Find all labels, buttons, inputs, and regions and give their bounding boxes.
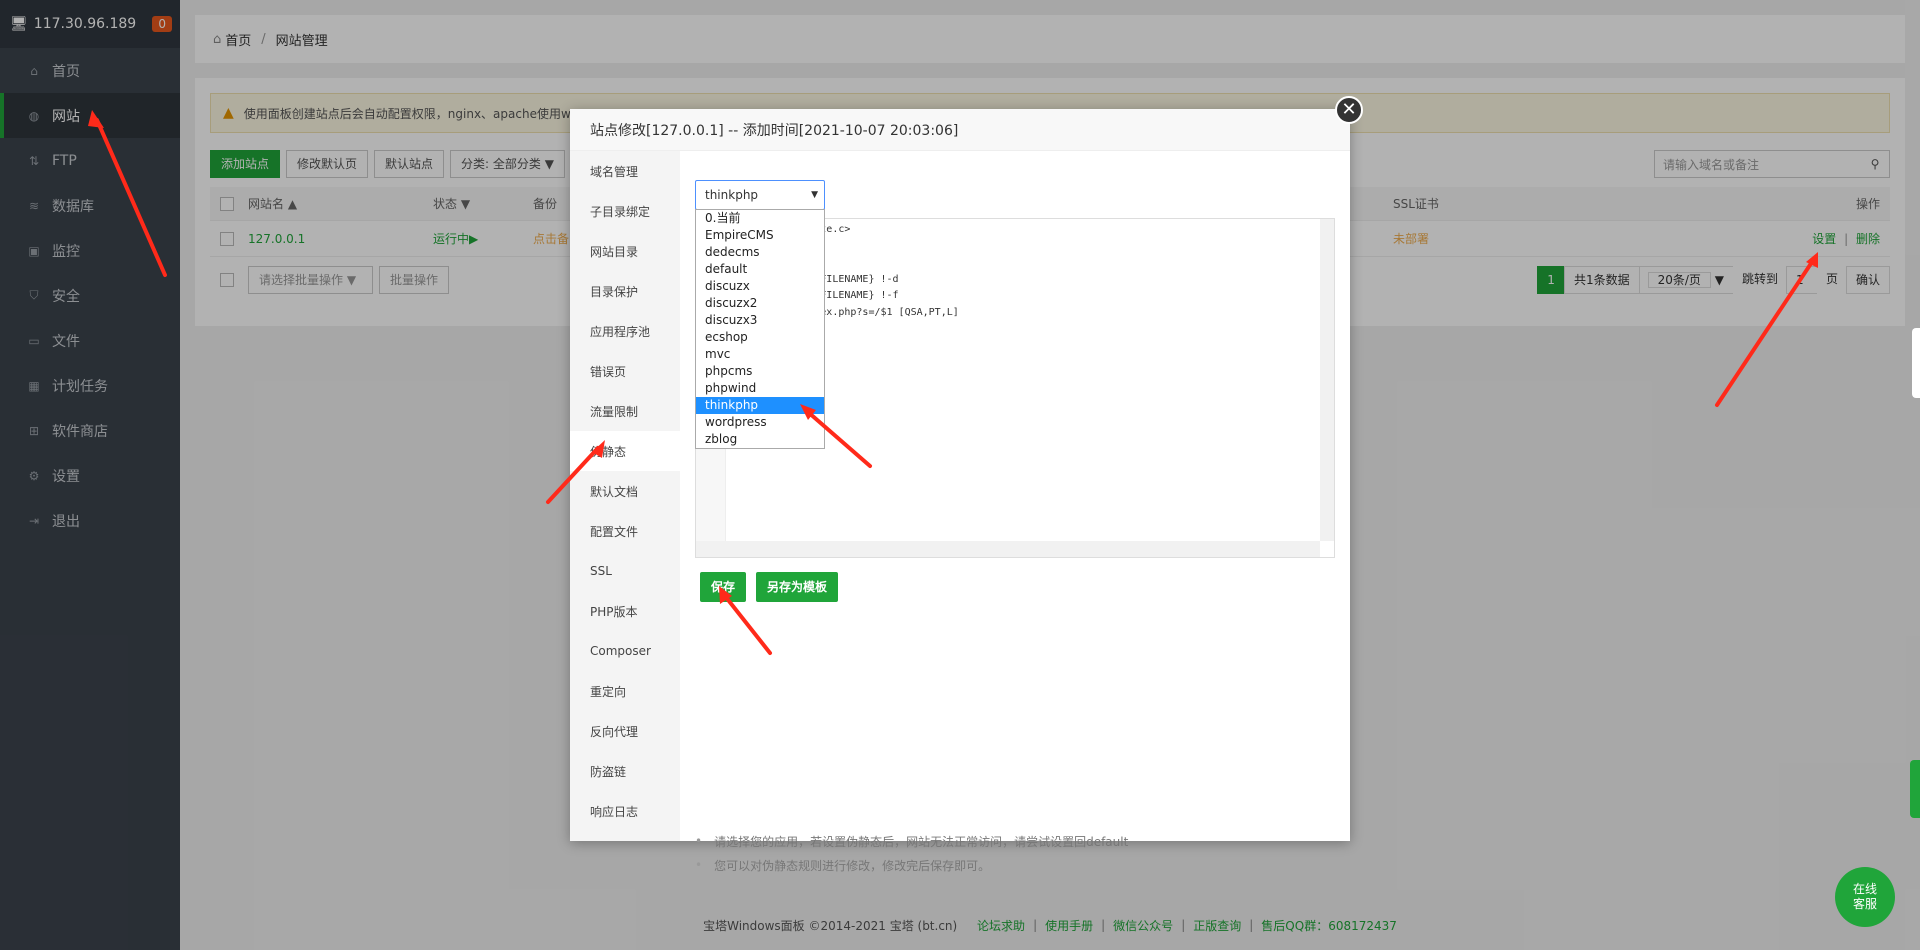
option-item[interactable]: zblog [696, 431, 824, 448]
tips-list: 请选择您的应用，若设置伪静态后，网站无法正常访问，请尝试设置回default 您… [695, 829, 1128, 877]
option-item[interactable]: mvc [696, 346, 824, 363]
chat-label: 在线 客服 [1852, 882, 1877, 911]
modal-nav-item[interactable]: 错误页 [570, 351, 680, 391]
option-item[interactable]: EmpireCMS [696, 227, 824, 244]
option-item[interactable]: discuzx3 [696, 312, 824, 329]
option-item[interactable]: thinkphp [696, 397, 824, 414]
modal-nav-item[interactable]: SSL [570, 551, 680, 591]
modal-nav: 域名管理 子目录绑定 网站目录 目录保护 应用程序池 错误页 流量限制 伪静态 默认文档 配置文件… [570, 151, 680, 841]
online-service-button[interactable]: 在线 客服 [1835, 867, 1895, 927]
editor-vertical-scrollbar[interactable] [1320, 219, 1334, 541]
modal-nav-item[interactable]: 流量限制 [570, 391, 680, 431]
close-icon[interactable]: ✕ [1335, 96, 1363, 124]
select-value: thinkphp [705, 188, 759, 202]
option-item[interactable]: phpcms [696, 363, 824, 380]
modal-nav-item[interactable]: 网站目录 [570, 231, 680, 271]
option-item[interactable]: discuzx [696, 278, 824, 295]
rewrite-template-select[interactable]: thinkphp ▼ [695, 180, 825, 210]
option-item[interactable]: dedecms [696, 244, 824, 261]
modal-nav-item[interactable]: 响应日志 [570, 791, 680, 831]
modal-nav-item[interactable]: 默认文档 [570, 471, 680, 511]
modal-nav-item[interactable]: 目录保护 [570, 271, 680, 311]
right-edge-indicator[interactable] [1910, 760, 1920, 818]
option-item[interactable]: ecshop [696, 329, 824, 346]
option-item[interactable]: default [696, 261, 824, 278]
modal-nav-item[interactable]: 伪静态 [570, 431, 680, 471]
modal-nav-item[interactable]: 子目录绑定 [570, 191, 680, 231]
right-edge-tab[interactable] [1912, 328, 1920, 398]
modal-title: 站点修改[127.0.0.1] -- 添加时间[2021-10-07 20:03… [570, 109, 1350, 151]
modal-nav-item[interactable]: 应用程序池 [570, 311, 680, 351]
modal-nav-item[interactable]: 配置文件 [570, 511, 680, 551]
option-item[interactable]: wordpress [696, 414, 824, 431]
site-edit-modal: 站点修改[127.0.0.1] -- 添加时间[2021-10-07 20:03… [570, 96, 1363, 873]
modal-nav-item[interactable]: 反向代理 [570, 711, 680, 751]
modal-nav-item[interactable]: 防盗链 [570, 751, 680, 791]
save-as-template-button[interactable]: 另存为模板 [756, 572, 839, 602]
option-item[interactable]: discuzx2 [696, 295, 824, 312]
editor-actions: 保存 另存为模板 [700, 572, 848, 602]
tip-item: 请选择您的应用，若设置伪静态后，网站无法正常访问，请尝试设置回default [695, 829, 1128, 853]
editor-horizontal-scrollbar[interactable] [696, 541, 1320, 557]
modal-nav-item[interactable]: PHP版本 [570, 591, 680, 631]
save-button[interactable]: 保存 [700, 572, 747, 602]
modal-nav-item[interactable]: 重定向 [570, 671, 680, 711]
modal-nav-item[interactable]: 域名管理 [570, 151, 680, 191]
rewrite-template-options: 0.当前 EmpireCMS dedecms default discuzx discuz… [695, 209, 825, 449]
modal-nav-item[interactable]: Composer [570, 631, 680, 671]
modal-body: thinkphp ▼ 0.当前 EmpireCMS dedecms default di… [680, 151, 1350, 873]
option-item[interactable]: phpwind [696, 380, 824, 397]
tip-item: 您可以对伪静态规则进行修改，修改完后保存即可。 [695, 853, 1128, 877]
dropdown-arrow-icon: ▼ [811, 190, 818, 200]
option-item[interactable]: 0.当前 [696, 210, 824, 227]
